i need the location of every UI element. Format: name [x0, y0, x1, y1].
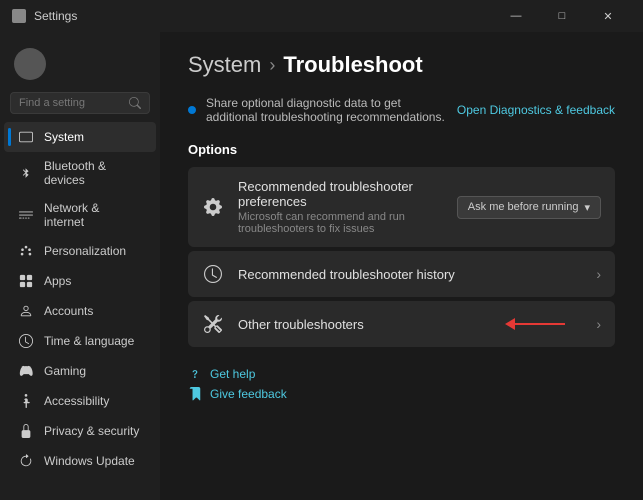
get-help-icon: [188, 367, 202, 381]
system-icon: [18, 129, 34, 145]
breadcrumb-current: Troubleshoot: [283, 52, 422, 78]
sidebar-item-network[interactable]: Network & internet: [4, 194, 156, 236]
privacy-icon: [18, 423, 34, 439]
window-controls: — □ ✕: [493, 0, 631, 32]
info-banner-text: Share optional diagnostic data to get ad…: [206, 96, 447, 124]
other-troubleshooters-text: Other troubleshooters: [238, 317, 582, 332]
dropdown-label: Ask me before running: [468, 201, 579, 213]
search-icon: [129, 97, 141, 109]
avatar: [14, 48, 46, 80]
history-icon: [202, 263, 224, 285]
network-icon: [18, 207, 34, 223]
bluetooth-icon: [18, 165, 34, 181]
troubleshooter-history-option[interactable]: Recommended troubleshooter history ›: [188, 251, 615, 297]
accessibility-label: Accessibility: [44, 394, 109, 408]
recommended-prefs-subtitle: Microsoft can recommend and run troubles…: [238, 211, 443, 235]
accounts-label: Accounts: [44, 304, 93, 318]
breadcrumb: System › Troubleshoot: [188, 52, 615, 78]
troubleshooter-prefs-icon: [202, 196, 224, 218]
troubleshooter-history-text: Recommended troubleshooter history: [238, 267, 582, 282]
windows-update-label: Windows Update: [44, 454, 135, 468]
close-button[interactable]: ✕: [585, 0, 631, 32]
sidebar-item-time[interactable]: Time & language: [4, 326, 156, 356]
get-help-label: Get help: [210, 367, 255, 381]
recommended-prefs-title: Recommended troubleshooter preferences: [238, 179, 443, 209]
sidebar: System Bluetooth & devices Network & int…: [0, 32, 160, 500]
sidebar-item-personalization[interactable]: Personalization: [4, 236, 156, 266]
search-box[interactable]: [10, 92, 150, 114]
give-feedback-label: Give feedback: [210, 387, 287, 401]
history-chevron-right-icon: ›: [596, 266, 601, 282]
titlebar: Settings — □ ✕: [0, 0, 643, 32]
sidebar-item-system[interactable]: System: [4, 122, 156, 152]
recommended-prefs-text: Recommended troubleshooter preferences M…: [238, 179, 443, 235]
personalization-icon: [18, 243, 34, 259]
breadcrumb-separator: ›: [269, 55, 275, 76]
get-help-link[interactable]: Get help: [188, 367, 615, 381]
personalization-label: Personalization: [44, 244, 126, 258]
gaming-icon: [18, 363, 34, 379]
sidebar-user: [0, 40, 160, 88]
footer-links: Get help Give feedback: [188, 367, 615, 401]
sidebar-item-accounts[interactable]: Accounts: [4, 296, 156, 326]
ask-before-running-dropdown[interactable]: Ask me before running ▾: [457, 196, 601, 219]
accessibility-icon: [18, 393, 34, 409]
accounts-icon: [18, 303, 34, 319]
privacy-label: Privacy & security: [44, 424, 139, 438]
network-label: Network & internet: [44, 201, 142, 229]
info-banner: Share optional diagnostic data to get ad…: [188, 96, 615, 124]
other-troubleshooters-option[interactable]: Other troubleshooters ›: [188, 301, 615, 347]
sidebar-item-apps[interactable]: Apps: [4, 266, 156, 296]
other-troubleshooters-icon: [202, 313, 224, 335]
options-section-label: Options: [188, 142, 615, 157]
username-label: [54, 57, 57, 71]
titlebar-title: Settings: [34, 9, 77, 23]
maximize-button[interactable]: □: [539, 0, 585, 32]
time-icon: [18, 333, 34, 349]
other-chevron-right-icon: ›: [596, 316, 601, 332]
other-troubleshooters-title: Other troubleshooters: [238, 317, 582, 332]
bluetooth-label: Bluetooth & devices: [44, 159, 142, 187]
system-label: System: [44, 130, 84, 144]
search-input[interactable]: [19, 97, 127, 109]
windows-update-icon: [18, 453, 34, 469]
open-diagnostics-link[interactable]: Open Diagnostics & feedback: [457, 103, 615, 117]
sidebar-item-bluetooth[interactable]: Bluetooth & devices: [4, 152, 156, 194]
apps-label: Apps: [44, 274, 71, 288]
app-body: System Bluetooth & devices Network & int…: [0, 32, 643, 500]
sidebar-item-privacy[interactable]: Privacy & security: [4, 416, 156, 446]
time-label: Time & language: [44, 334, 134, 348]
troubleshooter-history-title: Recommended troubleshooter history: [238, 267, 582, 282]
minimize-button[interactable]: —: [493, 0, 539, 32]
app-icon: [12, 9, 26, 23]
other-right: ›: [596, 316, 601, 332]
give-feedback-link[interactable]: Give feedback: [188, 387, 615, 401]
breadcrumb-parent[interactable]: System: [188, 52, 261, 78]
give-feedback-icon: [188, 387, 202, 401]
sidebar-item-accessibility[interactable]: Accessibility: [4, 386, 156, 416]
recommended-prefs-right: Ask me before running ▾: [457, 196, 601, 219]
gaming-label: Gaming: [44, 364, 86, 378]
main-content: System › Troubleshoot Share optional dia…: [160, 32, 643, 500]
recommended-prefs-option[interactable]: Recommended troubleshooter preferences M…: [188, 167, 615, 247]
sidebar-item-windows-update[interactable]: Windows Update: [4, 446, 156, 476]
sidebar-item-gaming[interactable]: Gaming: [4, 356, 156, 386]
history-right: ›: [596, 266, 601, 282]
apps-icon: [18, 273, 34, 289]
info-dot-icon: [188, 106, 196, 114]
dropdown-chevron-icon: ▾: [584, 201, 590, 214]
